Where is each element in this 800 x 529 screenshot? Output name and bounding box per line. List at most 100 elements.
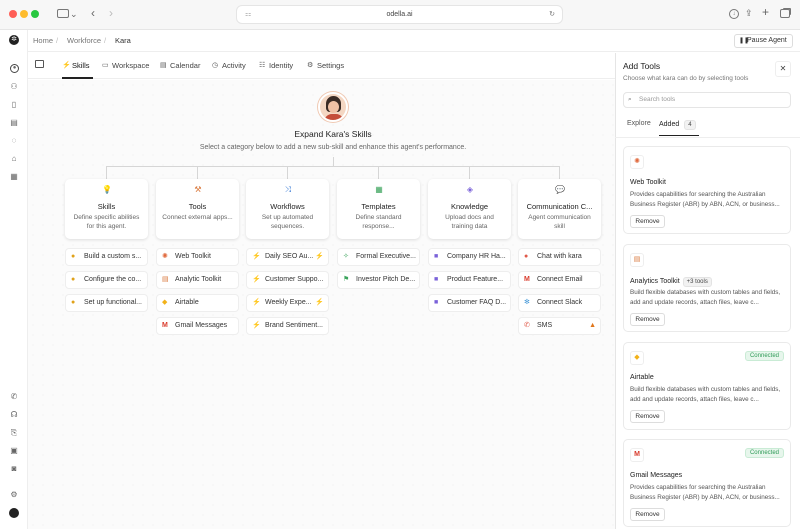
monitor-icon: ▭ — [102, 62, 109, 69]
breadcrumb-separator: / — [104, 36, 107, 45]
pause-agent-button[interactable]: ❚❚ Pause Agent — [734, 34, 793, 48]
bulb-icon: ● — [71, 299, 76, 306]
list-item[interactable]: ● Configure the co... — [65, 271, 148, 289]
tab-calendar[interactable]: ▤ Calendar — [160, 61, 200, 70]
user-avatar[interactable] — [9, 508, 19, 518]
list-item[interactable]: ■ Company HR Ha... — [428, 248, 511, 266]
url-bar[interactable]: ⚏ odella.ai ↻ — [236, 5, 563, 24]
bolt-icon: ⚡ — [252, 253, 261, 260]
category-title: Knowledge — [450, 202, 489, 211]
document-icon[interactable]: ▤ — [9, 118, 19, 128]
calendar-icon[interactable]: ▣ — [9, 446, 19, 456]
list-item[interactable]: ✆ SMS ▲ — [518, 317, 601, 335]
tab-skills[interactable]: ⚡ Skills — [62, 61, 93, 79]
maximize-window-button[interactable] — [31, 10, 39, 18]
page-settings-icon[interactable]: ⚏ — [245, 6, 251, 23]
breadcrumb-workforce[interactable]: Workforce — [67, 36, 101, 45]
forward-icon[interactable]: › — [109, 7, 113, 19]
share-icon[interactable]: ⇪ — [745, 8, 753, 18]
list-item[interactable]: ▤ Analytic Toolkit — [156, 271, 239, 289]
tab-added[interactable]: Added 4 — [659, 120, 699, 136]
breadcrumb-home[interactable]: Home — [33, 36, 53, 45]
store-icon[interactable]: ⌂ — [9, 154, 19, 164]
remove-button[interactable]: Remove — [630, 410, 665, 423]
category-card-communication[interactable]: 💬 Communication C... Agent communication… — [518, 179, 601, 239]
template-icon: ⚑ — [343, 276, 350, 283]
search-input[interactable]: ⌕ Search tools — [623, 92, 791, 108]
connector-line — [106, 166, 107, 179]
list-item[interactable]: ⚡ Daily SEO Au... ⚡ — [246, 248, 329, 266]
back-icon[interactable]: ‹ — [91, 7, 95, 19]
chat-icon[interactable]: ◌ — [9, 136, 19, 146]
category-title: Templates — [361, 202, 396, 211]
reload-icon[interactable]: ↻ — [549, 6, 555, 23]
tab-identity[interactable]: ☷ Identity — [259, 61, 293, 70]
list-item[interactable]: ● Build a custom s... — [65, 248, 148, 266]
category-card-knowledge[interactable]: ◈ Knowledge Upload docs and training dat… — [428, 179, 511, 239]
profile-icon[interactable]: ● — [10, 64, 19, 73]
list-item[interactable]: M Connect Email — [518, 271, 601, 289]
list-item[interactable]: ● Set up functional... — [65, 294, 148, 312]
download-icon[interactable]: ↓ — [729, 9, 739, 19]
category-card-workflows[interactable]: ⤨ Workflows Set up automated sequences. — [246, 179, 329, 239]
list-item[interactable]: ⚡ Weekly Expe... ⚡ — [246, 294, 329, 312]
list-item[interactable]: ⚡ Customer Suppo... — [246, 271, 329, 289]
new-tab-icon[interactable]: + — [762, 6, 769, 18]
workforce-icon[interactable]: ⚇ — [9, 82, 19, 92]
bulb-icon: ● — [71, 276, 76, 283]
list-item[interactable]: ⚡ Brand Sentiment... — [246, 317, 329, 335]
list-item[interactable]: M Gmail Messages — [156, 317, 239, 335]
list-item[interactable]: ■ Product Feature... — [428, 271, 511, 289]
translate-icon[interactable]: ⎘ — [9, 428, 19, 438]
pause-agent-label: Pause Agent — [747, 37, 787, 44]
panel-subtitle: Choose what kara can do by selecting too… — [623, 75, 749, 82]
category-card-templates[interactable]: ▦ Templates Define standard response... — [337, 179, 420, 239]
tab-settings[interactable]: ⚙ Settings — [307, 61, 344, 70]
chevron-down-icon[interactable]: ⌄ — [70, 9, 78, 19]
phone-icon: ✆ — [524, 322, 530, 329]
airtable-icon: ◆ — [162, 299, 168, 306]
connected-badge: Connected — [744, 351, 784, 361]
tab-activity[interactable]: ◷ Activity — [212, 61, 246, 70]
tool-count-badge: +3 tools — [682, 277, 712, 287]
phone-icon[interactable]: ✆ — [9, 392, 19, 402]
tab-explore[interactable]: Explore — [627, 120, 651, 127]
clipboard-icon[interactable]: ▯ — [9, 100, 19, 110]
chat-icon: ● — [524, 253, 529, 260]
apps-grid-icon[interactable]: ▦ — [9, 172, 19, 182]
list-item[interactable]: ✺ Web Toolkit — [156, 248, 239, 266]
list-item[interactable]: ■ Customer FAQ D... — [428, 294, 511, 312]
list-item[interactable]: ● Chat with kara — [518, 248, 601, 266]
remove-button[interactable]: Remove — [630, 313, 665, 326]
discord-icon[interactable]: ◙ — [9, 464, 19, 474]
connector-line — [333, 157, 334, 166]
close-icon[interactable]: ✕ — [775, 61, 791, 77]
bolt-icon: ⚡ — [62, 62, 71, 69]
list-item[interactable]: ✻ Connect Slack — [518, 294, 601, 312]
list-item[interactable]: ⚑ Investor Pitch De... — [337, 271, 420, 289]
panel-toggle-icon[interactable] — [35, 60, 44, 68]
airtable-icon: ◆ — [630, 351, 644, 365]
logo-icon[interactable]: ✲ — [9, 35, 19, 45]
list-item[interactable]: ✧ Formal Executive... — [337, 248, 420, 266]
settings-icon[interactable]: ⚙ — [9, 490, 19, 500]
connected-badge: Connected — [744, 448, 784, 458]
agent-avatar — [318, 92, 348, 122]
remove-button[interactable]: Remove — [630, 215, 665, 228]
tab-workspace[interactable]: ▭ Workspace — [102, 61, 149, 70]
tab-overview-icon[interactable] — [780, 9, 790, 18]
close-window-button[interactable] — [9, 10, 17, 18]
sparkle-icon: ✧ — [343, 253, 349, 260]
remove-button[interactable]: Remove — [630, 508, 665, 521]
category-card-tools[interactable]: ⚒ Tools Connect external apps... — [156, 179, 239, 239]
connector-line — [559, 166, 560, 179]
minimize-window-button[interactable] — [20, 10, 28, 18]
category-description: Connect external apps... — [162, 214, 233, 221]
tool-card: ◆ Connected Airtable Build flexible data… — [623, 342, 791, 430]
page-title: Expand Kara's Skills — [294, 129, 372, 139]
sidebar-toggle-icon[interactable] — [57, 9, 69, 18]
category-card-skills[interactable]: 💡 Skills Define specific abilities for t… — [65, 179, 148, 239]
headset-icon[interactable]: ☊ — [9, 410, 19, 420]
bolt-icon: ⚡ — [252, 276, 261, 283]
list-item[interactable]: ◆ Airtable — [156, 294, 239, 312]
